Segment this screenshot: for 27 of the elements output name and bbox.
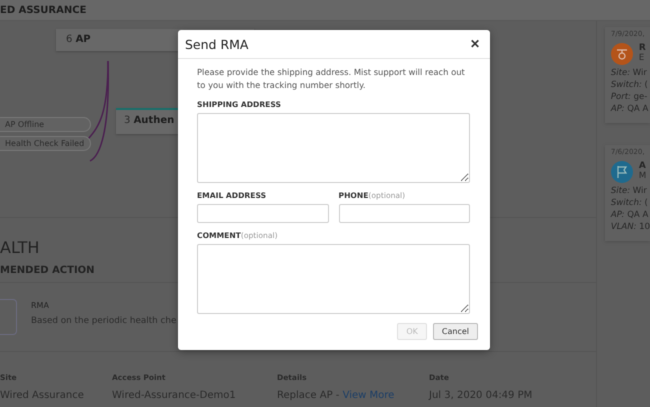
close-button[interactable]: ✕ <box>470 37 480 51</box>
status-pill[interactable]: Health Check Failed <box>0 136 92 151</box>
page-title: ED ASSURANCE <box>0 4 86 16</box>
event-detail: AP: QA A <box>610 103 650 115</box>
event-detail: Switch: ( <box>610 197 649 209</box>
topology-node[interactable]: 3 Authen <box>116 108 178 134</box>
status-pill[interactable]: AP Offline <box>0 117 92 132</box>
section-title: ALTH <box>0 238 40 257</box>
event-detail: Site: Wir <box>610 185 648 197</box>
event-title: R <box>638 43 646 53</box>
cancel-button[interactable]: Cancel <box>432 323 478 340</box>
input-field[interactable] <box>197 204 328 223</box>
event-detail: AP: QA A <box>610 209 650 221</box>
dialog-title: Send RMA <box>185 36 248 52</box>
event-detail: Site: Wir <box>610 67 648 79</box>
action-icon-box <box>0 299 17 335</box>
event-detail: Switch: ( <box>610 79 649 91</box>
input-field[interactable] <box>338 204 470 223</box>
section-subtitle: MENDED ACTION <box>0 265 95 276</box>
view-more-link[interactable]: View More <box>342 390 394 400</box>
dialog-message: Please provide the shipping address. Mist support will reach out to you with the tracking number shortly. <box>197 66 466 92</box>
comment-field[interactable] <box>197 244 470 314</box>
event-title: A <box>638 161 646 171</box>
action-title: RMA <box>31 301 50 310</box>
event-detail: Port: ge- <box>610 91 648 103</box>
shipping-address-field[interactable] <box>197 113 470 183</box>
event-detail: VLAN: 10 <box>610 221 650 233</box>
